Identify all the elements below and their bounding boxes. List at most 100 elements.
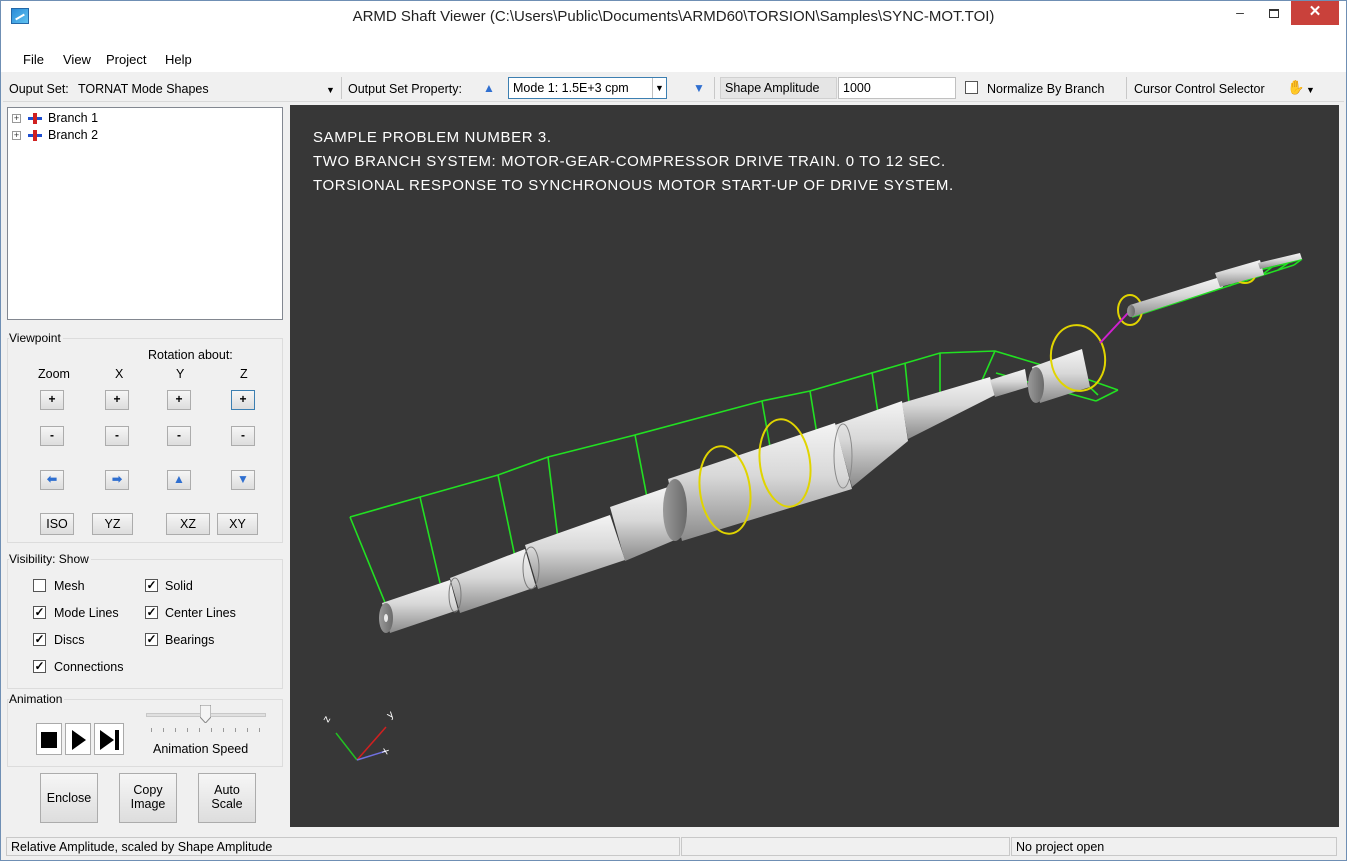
mode-lines-checkbox[interactable]: ✓ (33, 606, 46, 619)
discs-checkbox[interactable]: ✓ (33, 633, 46, 646)
view-xy-button[interactable]: XY (217, 513, 258, 535)
shape-amplitude-input[interactable]: 1000 (838, 77, 956, 99)
cursor-dropdown-icon[interactable]: ▼ (1306, 85, 1315, 95)
menu-file[interactable]: File (23, 52, 44, 67)
status-left: Relative Amplitude, scaled by Shape Ampl… (6, 837, 680, 856)
rotate-x-minus-button[interactable]: - (105, 426, 129, 446)
shaft-branch-icon (28, 130, 42, 141)
stop-icon (41, 732, 57, 748)
shape-amplitude-label: Shape Amplitude (720, 77, 837, 99)
svg-text:z: z (321, 714, 333, 724)
3d-viewport[interactable]: SAMPLE PROBLEM NUMBER 3. TWO BRANCH SYST… (290, 105, 1339, 827)
mode-select-value: Mode 1: 1.5E+3 cpm (513, 81, 629, 95)
connections-checkbox[interactable]: ✓ (33, 660, 46, 673)
shaft-branch-1 (379, 349, 1090, 633)
view-yz-button[interactable]: YZ (92, 513, 133, 535)
rotation-label: Rotation about: (148, 348, 233, 362)
step-forward-button[interactable] (94, 723, 124, 755)
rotate-x-plus-button[interactable]: + (105, 390, 129, 410)
z-label: Z (240, 367, 248, 381)
x-label: X (115, 367, 124, 381)
shaft-branch-2 (1127, 253, 1302, 317)
hand-cursor-icon[interactable]: ✋ (1287, 79, 1304, 96)
next-mode-icon[interactable]: ▼ (692, 81, 706, 95)
output-set-dropdown-icon[interactable]: ▼ (326, 85, 335, 95)
close-button[interactable]: ✕ (1291, 1, 1339, 25)
slider-ticks (151, 728, 265, 732)
mesh-checkbox[interactable] (33, 579, 46, 592)
viewpoint-title: Viewpoint (9, 331, 63, 345)
previous-mode-icon[interactable]: ▲ (482, 81, 496, 95)
zoom-in-button[interactable]: + (40, 390, 64, 410)
status-right: No project open (1011, 837, 1337, 856)
cursor-control-label: Cursor Control Selector (1134, 82, 1265, 96)
view-xz-button[interactable]: XZ (166, 513, 210, 535)
arrow-left-icon: ⬅ (46, 472, 58, 486)
solid-label: Solid (165, 579, 193, 593)
status-middle (681, 837, 1010, 856)
rotate-y-minus-button[interactable]: - (167, 426, 191, 446)
app-window: ARMD Shaft Viewer (C:\Users\Public\Docum… (0, 0, 1347, 861)
solid-checkbox[interactable]: ✓ (145, 579, 158, 592)
center-lines-checkbox[interactable]: ✓ (145, 606, 158, 619)
output-set-property-label: Output Set Property: (348, 82, 462, 96)
animation-title: Animation (9, 692, 65, 706)
title-bar: ARMD Shaft Viewer (C:\Users\Public\Docum… (1, 1, 1346, 32)
connections-label: Connections (54, 660, 124, 674)
mode-select[interactable]: Mode 1: 1.5E+3 cpm ▼ (508, 77, 667, 99)
bearings-checkbox[interactable]: ✓ (145, 633, 158, 646)
normalize-label: Normalize By Branch (987, 82, 1105, 96)
pan-right-button[interactable]: ➡ (105, 470, 129, 490)
chevron-down-icon[interactable]: ▼ (652, 78, 666, 98)
arrow-down-icon: ▼ (237, 472, 249, 486)
rotate-z-plus-button[interactable]: + (231, 390, 255, 410)
play-button[interactable] (65, 723, 91, 755)
pan-down-button[interactable]: ▼ (231, 470, 255, 490)
expand-icon[interactable]: + (12, 114, 21, 123)
tree-item-label: Branch 1 (48, 111, 99, 125)
connection-line (1099, 312, 1129, 344)
shaft-branch-icon (28, 113, 42, 124)
view-iso-button[interactable]: ISO (40, 513, 74, 535)
shaft-scene: z y x (321, 253, 1303, 761)
slider-thumb[interactable] (199, 704, 212, 724)
rotate-y-plus-button[interactable]: + (167, 390, 191, 410)
enclose-button[interactable]: Enclose (40, 773, 98, 823)
mesh-label: Mesh (54, 579, 85, 593)
auto-scale-button[interactable]: Auto Scale (198, 773, 256, 823)
menu-project[interactable]: Project (106, 52, 146, 67)
output-set-label: Ouput Set: (9, 82, 69, 96)
arrow-right-icon: ➡ (111, 472, 123, 486)
minimize-button[interactable]: – (1223, 1, 1257, 25)
pan-left-button[interactable]: ⬅ (40, 470, 64, 490)
toolbar-separator (341, 77, 342, 99)
menu-help[interactable]: Help (165, 52, 192, 67)
zoom-out-button[interactable]: - (40, 426, 64, 446)
tree-item-label: Branch 2 (48, 128, 99, 142)
stop-button[interactable] (36, 723, 62, 755)
output-set-value[interactable]: TORNAT Mode Shapes (78, 82, 209, 96)
center-lines-label: Center Lines (165, 606, 236, 620)
normalize-checkbox[interactable] (965, 81, 978, 94)
play-icon (72, 730, 86, 750)
menu-bar (1, 32, 1346, 72)
auto-scale-line-1: Auto (214, 783, 240, 797)
branch-tree[interactable]: + Branch 1 + Branch 2 (7, 107, 283, 320)
bearings-label: Bearings (165, 633, 215, 647)
copy-image-line-1: Copy (133, 783, 163, 797)
discs-label: Discs (54, 633, 85, 647)
pan-up-button[interactable]: ▲ (167, 470, 191, 490)
rotate-z-minus-button[interactable]: - (231, 426, 255, 446)
toolbar-separator (1126, 77, 1127, 99)
arrow-up-icon: ▲ (173, 472, 185, 486)
auto-scale-line-2: Scale (211, 797, 243, 811)
axis-triad: z y x (321, 709, 397, 761)
y-label: Y (176, 367, 185, 381)
menu-view[interactable]: View (63, 52, 91, 67)
visibility-title: Visibility: Show (9, 552, 91, 566)
expand-icon[interactable]: + (12, 131, 21, 140)
copy-image-button[interactable]: Copy Image (119, 773, 177, 823)
window-title: ARMD Shaft Viewer (C:\Users\Public\Docum… (352, 8, 995, 25)
maximize-icon (1269, 8, 1279, 18)
maximize-button[interactable] (1257, 1, 1291, 25)
